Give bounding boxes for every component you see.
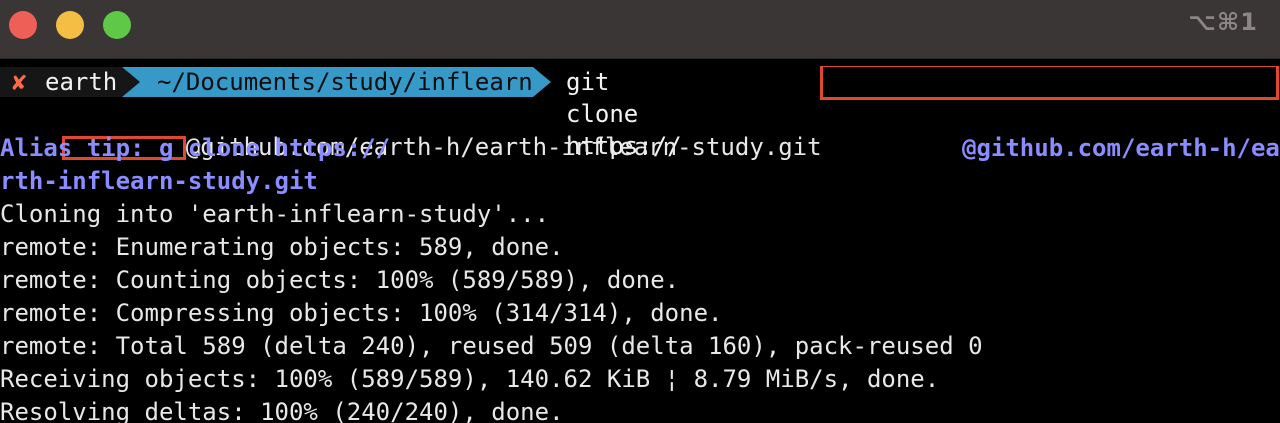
close-window-button[interactable] [9, 11, 37, 39]
output-line: Cloning into 'earth-inflearn-study'... [0, 200, 550, 228]
terminal-output[interactable]: ✘ earth ~/Documents/study/inflearn git c… [0, 66, 1280, 423]
output-line: remote: Counting objects: 100% (589/589)… [0, 266, 680, 294]
minimize-window-button[interactable] [56, 11, 84, 39]
output-line: remote: Enumerating objects: 589, done. [0, 233, 564, 261]
output-line: Resolving deltas: 100% (240/240), done. [0, 398, 564, 423]
tab-shortcut-label: ⌥⌘1 [1188, 8, 1258, 36]
prompt-separator-arrow [122, 67, 140, 97]
prompt-end-arrow [533, 67, 551, 97]
window-titlebar: ⌥⌘1 [0, 0, 1280, 59]
error-status-icon: ✘ [12, 68, 27, 96]
alias-tip-right: @github.com/earth-h/ea [962, 134, 1280, 162]
output-line: Receiving objects: 100% (589/589), 140.6… [0, 365, 940, 393]
zoom-window-button[interactable] [103, 11, 131, 39]
command-continuation: @github.com/earth-h/earth-inflearn-study… [0, 99, 822, 161]
output-line: remote: Compressing objects: 100% (314/3… [0, 299, 723, 327]
prompt-cwd: ~/Documents/study/inflearn [157, 68, 533, 96]
prompt-host: earth [45, 68, 118, 96]
alias-tip-left: Alias tip: g clone https:// [0, 134, 391, 162]
redacted-token-box [820, 66, 1279, 100]
output-line: remote: Total 589 (delta 240), reused 50… [0, 332, 983, 360]
alias-tip-wrap: rth-inflearn-study.git [0, 167, 318, 195]
